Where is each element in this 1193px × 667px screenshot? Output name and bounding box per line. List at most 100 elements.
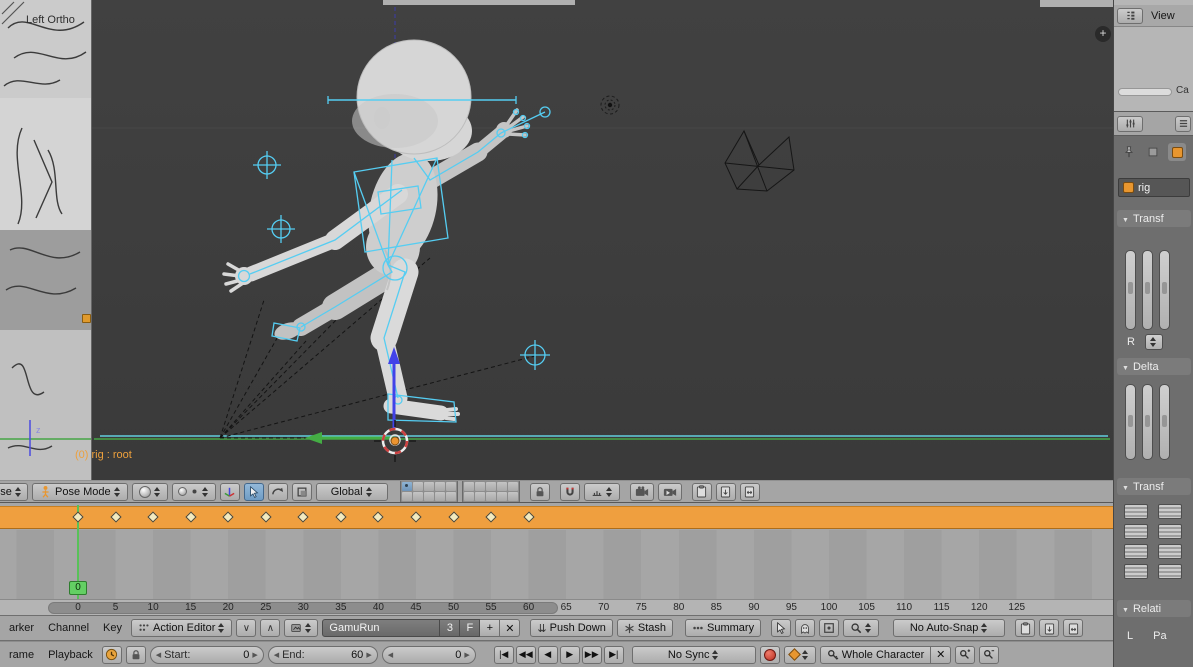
bone-control-circle[interactable] [520,340,550,370]
layer-toggle[interactable] [424,482,434,491]
bone-control-circle[interactable] [253,151,281,179]
search-filter-dropdown[interactable] [843,619,879,637]
layer-toggle[interactable] [424,492,434,501]
empty-object[interactable] [601,96,619,114]
auto-snap-dropdown[interactable]: No Auto-Snap [893,619,1005,637]
decrement-arrow-icon[interactable]: ◀ [388,651,393,659]
layer-toggle[interactable] [413,492,423,501]
panel-transform[interactable]: Transf [1117,210,1191,227]
decrement-arrow-icon[interactable]: ◀ [156,651,161,659]
lock-to-scene-button[interactable] [530,483,550,501]
current-frame-field[interactable]: ◀ 0 ▶ [382,646,476,664]
transform-lock-toggle[interactable] [1124,504,1148,519]
chevron-down-button[interactable] [236,619,256,637]
transform-lock-toggle[interactable] [1124,544,1148,559]
value-slider[interactable] [1142,250,1153,330]
increment-arrow-icon[interactable]: ▶ [252,651,257,659]
pivot-center-dropdown[interactable] [172,483,216,501]
end-frame-field[interactable]: ◀ End: 60 ▶ [268,646,378,664]
value-slider[interactable] [1125,384,1136,460]
timeline-ruler[interactable]: 0510152025303540455055606570758085909510… [0,599,1113,615]
paste-flipped-keyframes-button[interactable] [1063,619,1083,637]
current-frame-indicator[interactable]: 0 [69,581,87,595]
fake-user-button[interactable]: F [460,619,480,637]
properties-editor-type-dropdown[interactable] [1117,116,1143,132]
unlink-action-button[interactable]: ✕ [500,619,520,637]
summary-channel-row[interactable] [0,506,1113,529]
new-action-button[interactable]: + [480,619,500,637]
layer-toggle[interactable] [497,492,507,501]
layer-toggle[interactable] [508,482,518,491]
errors-filter-button[interactable] [819,619,839,637]
dopesheet-editor[interactable]: 0 05101520253035404550556065707580859095… [0,503,1113,615]
3d-cursor[interactable] [374,420,416,462]
layer-toggle[interactable] [464,482,474,491]
channel-menu[interactable]: Channel [43,622,94,634]
pin-context-button[interactable] [1120,143,1138,161]
rotate-manipulator-button[interactable] [268,483,288,501]
mode-select-dropdown[interactable]: Pose Mode [32,483,128,501]
editor-mode-dropdown[interactable]: Action Editor [131,619,232,637]
transform-lock-toggle[interactable] [1158,504,1182,519]
push-down-button[interactable]: Push Down [530,619,612,637]
value-slider[interactable] [1142,384,1153,460]
lock-range-button[interactable] [126,646,146,664]
region-expand-button[interactable]: + [1095,26,1111,42]
panel-relations[interactable]: Relati [1117,600,1191,617]
rotation-mode-stepper[interactable] [1145,334,1163,350]
users-count-button[interactable]: 3 [440,619,460,637]
layer-toggle[interactable] [402,482,412,491]
outliner-editor-type-dropdown[interactable] [1117,8,1143,24]
summary-toggle[interactable]: Summary [685,619,761,637]
active-keying-set-field[interactable]: Whole Character [820,646,932,664]
layer-toggle[interactable] [446,482,456,491]
image-strip-handle[interactable] [82,314,91,323]
transform-lock-toggle[interactable] [1124,524,1148,539]
outliner-view-menu[interactable]: View [1146,10,1180,22]
layer-toggle[interactable] [464,492,474,501]
increment-arrow-icon[interactable]: ▶ [464,651,469,659]
only-selected-filter-button[interactable] [771,619,791,637]
panel-delta-transform[interactable]: Delta [1117,358,1191,375]
delete-keyframes-button[interactable] [979,646,999,664]
outliner-item-camera[interactable]: Ca [1176,85,1189,96]
key-menu[interactable]: Key [98,622,127,634]
previous-keyframe-button[interactable]: ◀◀ [516,646,536,664]
layer-toggle[interactable] [475,482,485,491]
jump-to-start-button[interactable]: |◀ [494,646,514,664]
paste-pose-button[interactable] [716,483,736,501]
playback-menu[interactable]: Playback [43,649,98,661]
layer-toggle[interactable] [435,492,445,501]
action-name-field[interactable]: GamuRun [322,619,440,637]
start-frame-field[interactable]: ◀ Start: 0 ▶ [150,646,264,664]
clear-keying-set-button[interactable]: ✕ [931,646,951,664]
opengl-render-anim-button[interactable] [658,483,682,501]
value-slider[interactable] [1125,250,1136,330]
next-keyframe-button[interactable]: ▶▶ [582,646,602,664]
transform-lock-toggle[interactable] [1158,544,1182,559]
editor-type-menu-truncated[interactable]: se [0,483,28,501]
layer-toggle[interactable] [475,492,485,501]
layer-toggle[interactable] [486,482,496,491]
jump-to-end-button[interactable]: ▶| [604,646,624,664]
snap-element-dropdown[interactable] [584,483,620,501]
preview-range-button[interactable] [102,646,122,664]
transform-lock-toggle[interactable] [1158,524,1182,539]
snap-toggle-button[interactable] [560,483,580,501]
paste-keyframes-button[interactable] [1039,619,1059,637]
show-hidden-filter-button[interactable] [795,619,815,637]
value-slider[interactable] [1159,384,1170,460]
tab-object-properties[interactable] [1144,143,1162,161]
layer-toggle[interactable] [497,482,507,491]
stash-button[interactable]: Stash [617,619,673,637]
transform-lock-toggle[interactable] [1158,564,1182,579]
translate-manipulator-button[interactable] [244,483,264,501]
keying-set-dropdown[interactable] [784,646,816,664]
scale-manipulator-button[interactable] [292,483,312,501]
paste-flipped-pose-button[interactable] [740,483,760,501]
sync-mode-dropdown[interactable]: No Sync [632,646,756,664]
layer-toggle[interactable] [446,492,456,501]
properties-options-button[interactable] [1175,116,1191,132]
play-button[interactable]: ▶ [560,646,580,664]
increment-arrow-icon[interactable]: ▶ [366,651,371,659]
